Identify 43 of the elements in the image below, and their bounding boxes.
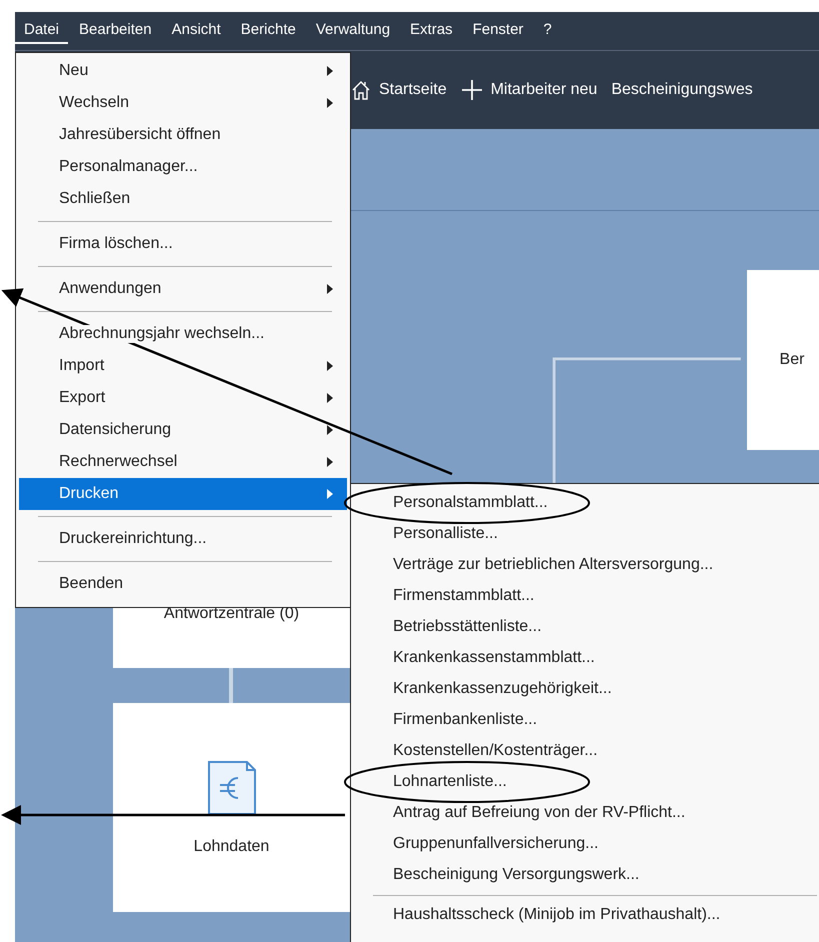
card-label: Lohndaten xyxy=(194,838,270,856)
menu-item[interactable]: Export xyxy=(19,382,347,414)
menu-bar-item[interactable]: Verwaltung xyxy=(306,18,400,44)
dashboard-card[interactable]: Ber xyxy=(747,270,819,450)
menu-bar-item[interactable]: Berichte xyxy=(232,18,305,44)
menu-item[interactable]: Personalstammblatt... xyxy=(351,487,819,518)
menu-item[interactable]: Antrag auf Befreiung von der RV-Pflicht... xyxy=(351,797,819,828)
menu-item[interactable]: Neu xyxy=(19,55,347,87)
menu-item[interactable]: Betriebsstättenliste... xyxy=(351,611,819,642)
menu-item[interactable]: Personalliste... xyxy=(351,518,819,549)
menu-bar-item[interactable]: Extras xyxy=(401,18,462,44)
menu-item[interactable]: Datensicherung xyxy=(19,414,347,446)
menu-item[interactable]: Lohnartenliste... xyxy=(351,766,819,797)
menu-item[interactable]: Gruppenunfallversicherung... xyxy=(351,828,819,859)
menu-item[interactable]: Firmenbankenliste... xyxy=(351,704,819,735)
toolbar-button[interactable]: Mitarbeiter neu xyxy=(460,79,598,101)
menu-item[interactable]: Krankenkassenzugehörigkeit... xyxy=(351,673,819,704)
menu-item[interactable]: Rechnerwechsel xyxy=(19,446,347,478)
menu-item[interactable]: Schließen xyxy=(19,183,347,215)
menu-item[interactable]: Krankenkassenstammblatt... xyxy=(351,642,819,673)
menu-bar-item[interactable]: ? xyxy=(534,18,561,44)
menu-bar-item[interactable]: Datei xyxy=(15,18,68,44)
toolbar-button[interactable]: Startseite xyxy=(351,79,447,101)
card-label: Ber xyxy=(780,351,804,369)
menu-item[interactable]: Import xyxy=(19,350,347,382)
menu-item[interactable]: Firma löschen... xyxy=(19,228,347,260)
dashboard-card[interactable]: Lohndaten xyxy=(113,703,350,912)
menu-bar-item[interactable]: Fenster xyxy=(464,18,532,44)
menu-item[interactable]: Anwendungen xyxy=(19,273,347,305)
toolbar-button[interactable]: Bescheinigungswes xyxy=(611,81,753,99)
menu-item[interactable]: Verträge zur betrieblichen Altersversorgung... xyxy=(351,549,819,580)
menu-item[interactable]: Personalmanager... xyxy=(19,151,347,183)
menu-item[interactable]: Firmenstammblatt... xyxy=(351,580,819,611)
menu-item[interactable]: Kostenstellen/Kostenträger... xyxy=(351,735,819,766)
menu-bar-item[interactable]: Ansicht xyxy=(162,18,230,44)
menu-bar-item[interactable]: Bearbeiten xyxy=(70,18,161,44)
menu-item[interactable]: Wechseln xyxy=(19,87,347,119)
menu-item[interactable]: Drucken xyxy=(19,478,347,510)
menu-item[interactable]: Druckereinrichtung... xyxy=(19,523,347,555)
menu-item[interactable]: Bescheinigung Versorgungswerk... xyxy=(351,859,819,890)
menu-item[interactable]: Haushaltsscheck (Minijob im Privathaushalt)... xyxy=(351,899,819,930)
menu-item[interactable]: Jahresübersicht öffnen xyxy=(19,119,347,151)
menu-item[interactable]: Abrechnungsjahr wechseln... xyxy=(19,318,347,350)
